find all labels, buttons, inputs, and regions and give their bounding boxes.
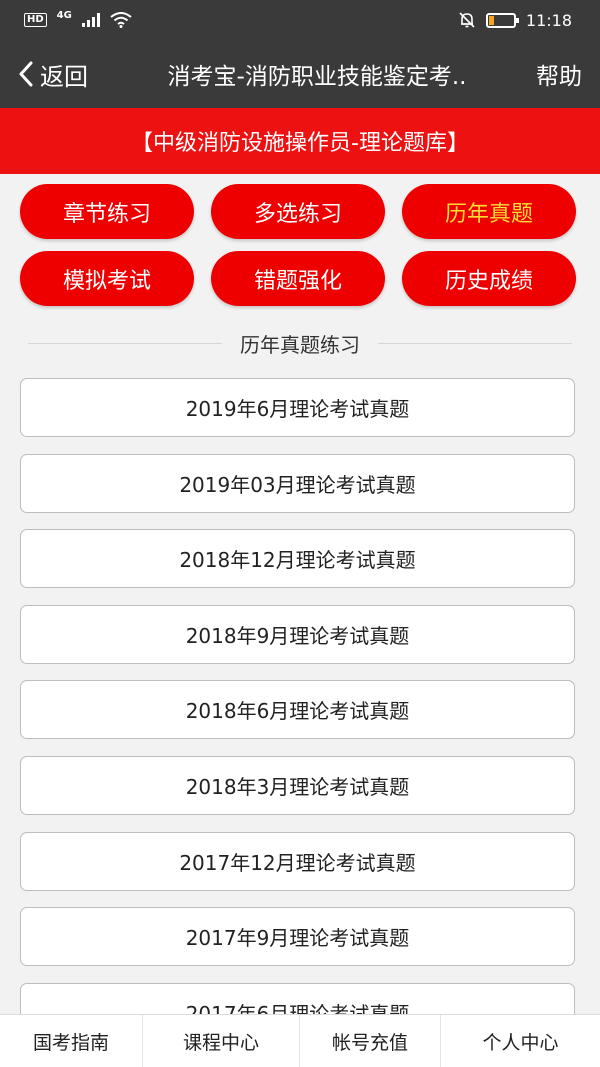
bottom-tab-3[interactable]: 个人中心: [441, 1015, 600, 1067]
menu-button-4[interactable]: 错题强化: [211, 251, 385, 306]
bell-muted-icon: [459, 12, 475, 28]
exam-item[interactable]: 2017年6月理论考试真题: [20, 982, 575, 1014]
divider-line-right: [378, 342, 572, 344]
menu-button-0[interactable]: 章节练习: [20, 184, 194, 239]
divider-line-left: [28, 342, 222, 344]
exam-item[interactable]: 2018年12月理论考试真题: [20, 529, 575, 589]
wifi-icon: [110, 12, 132, 28]
network-type: 4G: [56, 9, 72, 21]
menu-button-2[interactable]: 历年真题: [402, 184, 576, 239]
exam-item[interactable]: 2017年9月理论考试真题: [20, 907, 575, 967]
signal-icon: [81, 13, 100, 27]
exam-list: 2019年6月理论考试真题 2019年03月理论考试真题 2018年12月理论考试真…: [20, 378, 575, 1014]
exam-item[interactable]: 2019年6月理论考试真题: [20, 378, 575, 437]
nav-bar: 返回 消考宝-消防职业技能鉴定考.. 帮助: [0, 40, 600, 108]
exam-item[interactable]: 2018年3月理论考试真题: [20, 756, 575, 815]
bottom-tab-0[interactable]: 国考指南: [0, 1015, 143, 1067]
exam-item[interactable]: 2017年12月理论考试真题: [20, 831, 575, 891]
section-header: 历年真题练习: [28, 328, 572, 358]
hd-badge: HD: [24, 13, 47, 27]
bottom-nav: 国考指南 课程中心 帐号充值 个人中心: [0, 1014, 600, 1067]
status-bar: HD 4G 11:18: [0, 0, 600, 40]
menu-button-5[interactable]: 历史成绩: [402, 251, 576, 306]
menu-button-3[interactable]: 模拟考试: [20, 251, 194, 306]
status-left: HD 4G: [24, 9, 132, 28]
category-banner: 【中级消防设施操作员-理论题库】: [0, 108, 600, 174]
page-title: 消考宝-消防职业技能鉴定考..: [167, 64, 467, 90]
help-button[interactable]: 帮助: [526, 57, 600, 91]
chevron-left-icon: [19, 61, 33, 87]
exam-item[interactable]: 2019年03月理论考试真题: [20, 453, 575, 513]
back-label: 返回: [40, 62, 88, 91]
exam-item[interactable]: 2018年9月理论考试真题: [20, 604, 575, 664]
battery-icon: [485, 12, 519, 28]
back-button[interactable]: 返回: [0, 40, 118, 108]
battery-fill: [488, 15, 495, 25]
section-title: 历年真题练习: [240, 332, 360, 357]
exam-item[interactable]: 2018年6月理论考试真题: [20, 680, 575, 740]
status-time: 11:18: [525, 10, 572, 30]
bottom-tab-1[interactable]: 课程中心: [143, 1015, 300, 1067]
menu-button-grid: 章节练习 多选练习 历年真题模拟考试 错题强化 历史成绩: [20, 184, 576, 306]
menu-button-1[interactable]: 多选练习: [211, 184, 385, 239]
status-right: 11:18: [458, 11, 572, 30]
bottom-tab-2[interactable]: 帐号充值: [300, 1015, 441, 1067]
